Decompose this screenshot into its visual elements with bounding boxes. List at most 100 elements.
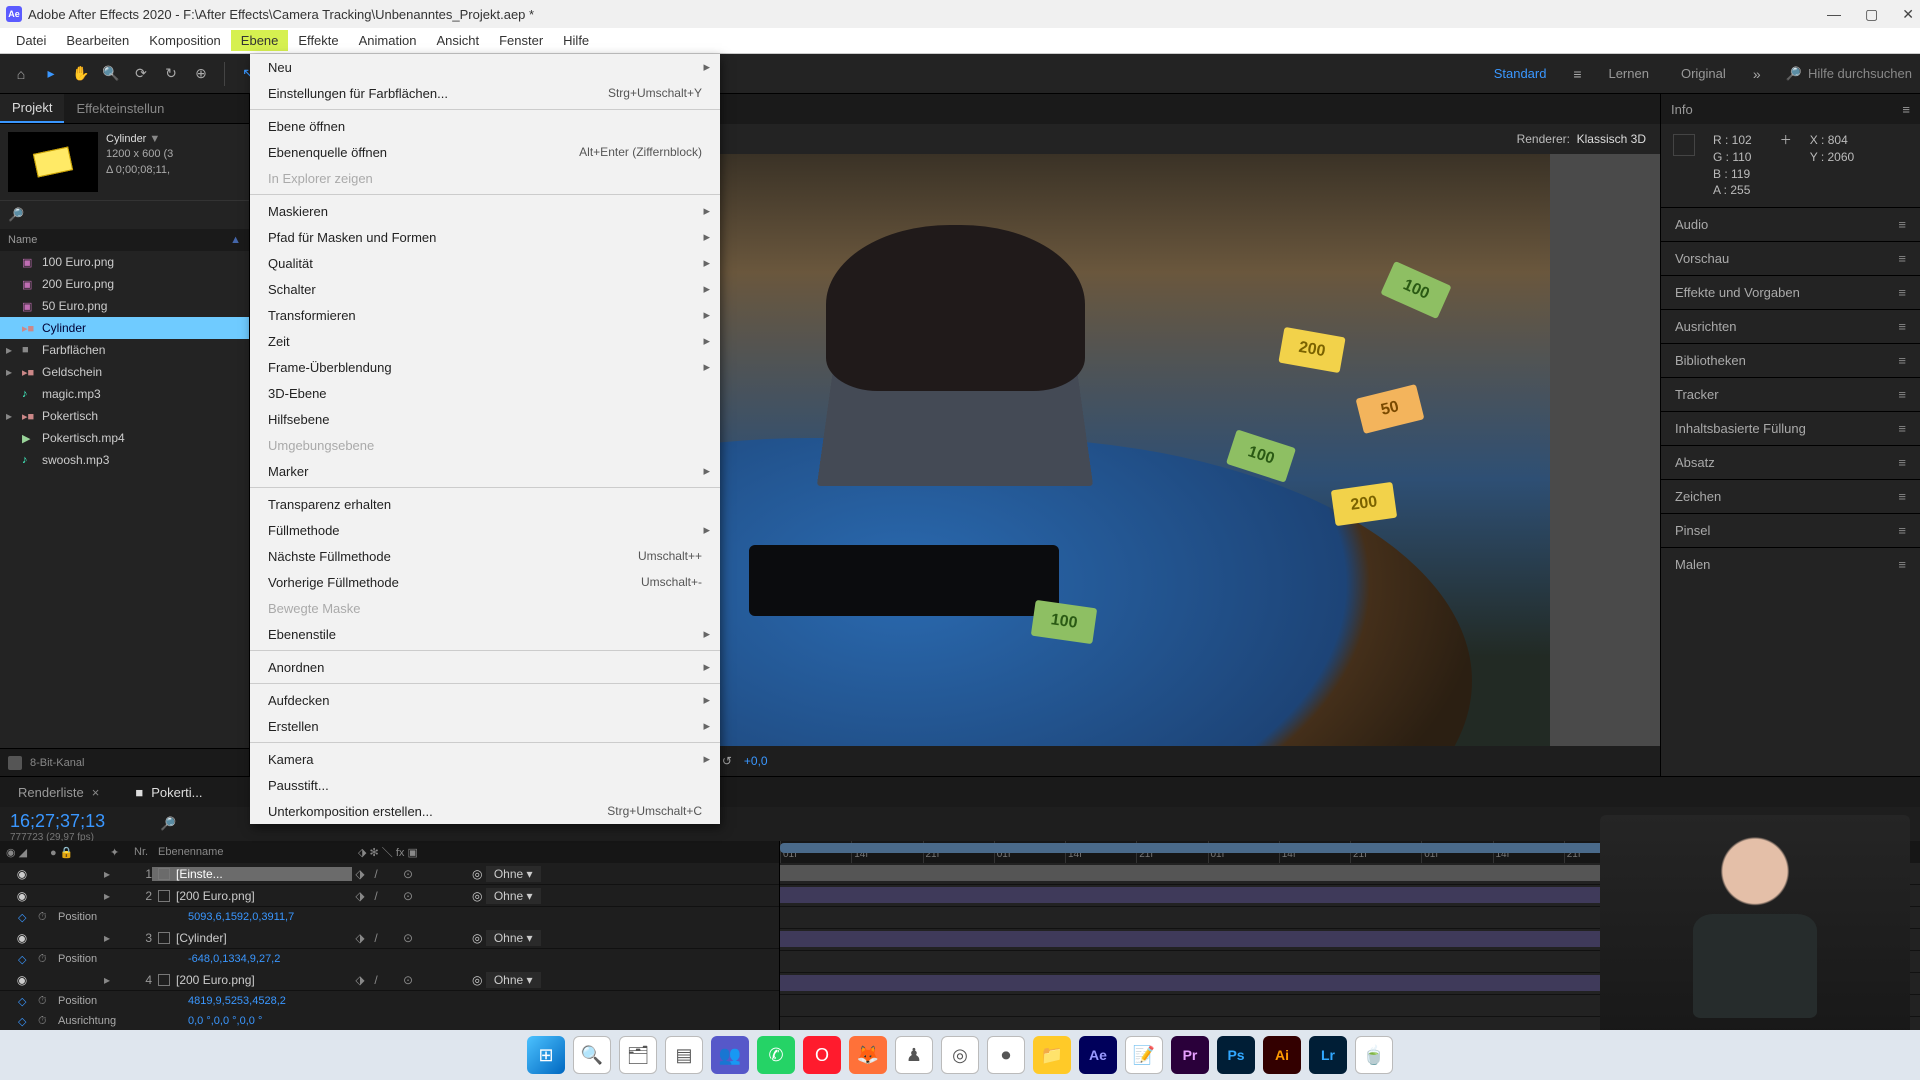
taskbar-whatsapp-icon[interactable]: ✆ [757, 1036, 795, 1074]
exposure-value[interactable]: +0,0 [744, 754, 768, 768]
panel-tab[interactable]: Zeichen≡ [1661, 479, 1920, 513]
zoom-tool-icon[interactable]: 🔍 [98, 61, 124, 87]
rotate-tool-icon[interactable]: ↻ [158, 61, 184, 87]
tab-comp[interactable]: ■ Pokerti... [117, 779, 220, 806]
project-item[interactable]: ♪magic.mp3 [0, 383, 249, 405]
menu-item[interactable]: Frame-Überblendung▸ [250, 354, 720, 380]
menu-item[interactable]: 3D-Ebene [250, 380, 720, 406]
taskbar-firefox-icon[interactable]: 🦊 [849, 1036, 887, 1074]
close-icon[interactable]: × [92, 785, 100, 800]
timeline-search-icon[interactable]: 🔎 [160, 816, 176, 832]
menu-item[interactable]: Ebenenstile▸ [250, 621, 720, 647]
reset-exposure-icon[interactable]: ↺ [722, 754, 732, 768]
renderer-value[interactable]: Klassisch 3D [1577, 132, 1646, 146]
project-item[interactable]: ▸▸■Pokertisch [0, 405, 249, 427]
workspace-original[interactable]: Original [1667, 62, 1740, 85]
work-area[interactable] [780, 843, 1740, 853]
column-name[interactable]: Name [8, 234, 37, 246]
panel-tab[interactable]: Effekte und Vorgaben≡ [1661, 275, 1920, 309]
menu-item[interactable]: Zeit▸ [250, 328, 720, 354]
menu-item[interactable]: Maskieren▸ [250, 198, 720, 224]
menu-fenster[interactable]: Fenster [489, 30, 553, 51]
menu-datei[interactable]: Datei [6, 30, 56, 51]
menu-item[interactable]: Vorherige FüllmethodeUmschalt+- [250, 569, 720, 595]
workspace-menu-icon[interactable]: ≡ [1564, 61, 1590, 87]
taskbar-taskview-icon[interactable]: ▤ [665, 1036, 703, 1074]
layer-property-row[interactable]: ◇⏱Position-648,0,1334,9,27,2 [0, 949, 779, 969]
taskbar-teams-icon[interactable]: 👥 [711, 1036, 749, 1074]
search-icon[interactable]: 🔎 [8, 207, 24, 222]
menu-item[interactable]: Füllmethode▸ [250, 517, 720, 543]
menu-item[interactable]: Ebenenquelle öffnenAlt+Enter (Ziffernblo… [250, 139, 720, 165]
selection-tool-icon[interactable]: ▸ [38, 61, 64, 87]
project-item[interactable]: ▸▸■Geldschein [0, 361, 249, 383]
menu-effekte[interactable]: Effekte [288, 30, 348, 51]
taskbar-folder-icon[interactable]: 📁 [1033, 1036, 1071, 1074]
project-item[interactable]: ▣200 Euro.png [0, 273, 249, 295]
project-item[interactable]: ▣50 Euro.png [0, 295, 249, 317]
taskbar-after-effects-icon[interactable]: Ae [1079, 1036, 1117, 1074]
menu-bearbeiten[interactable]: Bearbeiten [56, 30, 139, 51]
workspace-standard[interactable]: Standard [1480, 62, 1561, 85]
menu-ansicht[interactable]: Ansicht [426, 30, 489, 51]
taskbar-search-icon[interactable]: 🔍 [573, 1036, 611, 1074]
menu-item[interactable]: Marker▸ [250, 458, 720, 484]
hand-tool-icon[interactable]: ✋ [68, 61, 94, 87]
panel-tab[interactable]: Ausrichten≡ [1661, 309, 1920, 343]
panel-tab[interactable]: Vorschau≡ [1661, 241, 1920, 275]
close-button[interactable]: ✕ [1902, 6, 1914, 23]
menu-item[interactable]: Nächste FüllmethodeUmschalt++ [250, 543, 720, 569]
maximize-button[interactable]: ▢ [1865, 6, 1878, 23]
timeline-layer-row[interactable]: ◉▸3[Cylinder]⬗/⊙◎ Ohne ▾ [0, 927, 779, 949]
workspace-overflow-icon[interactable]: » [1744, 61, 1770, 87]
menu-item[interactable]: Transformieren▸ [250, 302, 720, 328]
menu-item[interactable]: Anordnen▸ [250, 654, 720, 680]
menu-komposition[interactable]: Komposition [139, 30, 231, 51]
menu-item[interactable]: Hilfsebene [250, 406, 720, 432]
panel-tab[interactable]: Inhaltsbasierte Füllung≡ [1661, 411, 1920, 445]
menu-item[interactable]: Pfad für Masken und Formen▸ [250, 224, 720, 250]
menu-item[interactable]: Ebene öffnen [250, 113, 720, 139]
project-item[interactable]: ▸■Cylinder [0, 317, 249, 339]
layer-property-row[interactable]: ◇⏱Ausrichtung0,0 °,0,0 °,0,0 ° [0, 1011, 779, 1031]
taskbar-premiere-icon[interactable]: Pr [1171, 1036, 1209, 1074]
panel-tab[interactable]: Audio≡ [1661, 207, 1920, 241]
minimize-button[interactable]: — [1827, 6, 1841, 23]
taskbar-app-icon[interactable]: ◎ [941, 1036, 979, 1074]
timeline-layer-row[interactable]: ◉▸4[200 Euro.png]⬗/⊙◎ Ohne ▾ [0, 969, 779, 991]
taskbar-photoshop-icon[interactable]: Ps [1217, 1036, 1255, 1074]
tab-projekt[interactable]: Projekt [0, 94, 64, 123]
project-item[interactable]: ♪swoosh.mp3 [0, 449, 249, 471]
current-time[interactable]: 16;27;37;13 [10, 811, 150, 832]
project-item[interactable]: ▶Pokertisch.mp4 [0, 427, 249, 449]
taskbar-opera-icon[interactable]: O [803, 1036, 841, 1074]
home-icon[interactable]: ⌂ [8, 61, 34, 87]
taskbar-illustrator-icon[interactable]: Ai [1263, 1036, 1301, 1074]
menu-item[interactable]: Einstellungen für Farbflächen...Strg+Ums… [250, 80, 720, 106]
panel-tab[interactable]: Tracker≡ [1661, 377, 1920, 411]
taskbar-app-icon[interactable]: ♟ [895, 1036, 933, 1074]
menu-ebene[interactable]: Ebene [231, 30, 289, 51]
project-item[interactable]: ▸■Farbflächen [0, 339, 249, 361]
project-item[interactable]: ▣100 Euro.png [0, 251, 249, 273]
menu-item[interactable]: Erstellen▸ [250, 713, 720, 739]
help-search[interactable]: Hilfe durchsuchen [1808, 66, 1912, 81]
menu-hilfe[interactable]: Hilfe [553, 30, 599, 51]
menu-item[interactable]: Unterkomposition erstellen...Strg+Umscha… [250, 798, 720, 824]
anchor-tool-icon[interactable]: ⊕ [188, 61, 214, 87]
menu-item[interactable]: Transparenz erhalten [250, 491, 720, 517]
start-button[interactable]: ⊞ [527, 1036, 565, 1074]
menu-item[interactable]: Pausstift... [250, 772, 720, 798]
timeline-layer-row[interactable]: ◉▸1[Einste...⬗/⊙◎ Ohne ▾ [0, 863, 779, 885]
taskbar-obs-icon[interactable]: ⏺ [987, 1036, 1025, 1074]
taskbar-app-icon[interactable]: 📝 [1125, 1036, 1163, 1074]
menu-item[interactable]: Schalter▸ [250, 276, 720, 302]
panel-tab[interactable]: Absatz≡ [1661, 445, 1920, 479]
timeline-layer-row[interactable]: ◉▸2[200 Euro.png]⬗/⊙◎ Ohne ▾ [0, 885, 779, 907]
interpret-footage-icon[interactable] [8, 756, 22, 770]
layer-property-row[interactable]: ◇⏱Position5093,6,1592,0,3911,7 [0, 907, 779, 927]
taskbar-lightroom-icon[interactable]: Lr [1309, 1036, 1347, 1074]
taskbar-app-icon[interactable]: 🍵 [1355, 1036, 1393, 1074]
menu-item[interactable]: Neu▸ [250, 54, 720, 80]
panel-menu-icon[interactable]: ≡ [1902, 102, 1910, 117]
